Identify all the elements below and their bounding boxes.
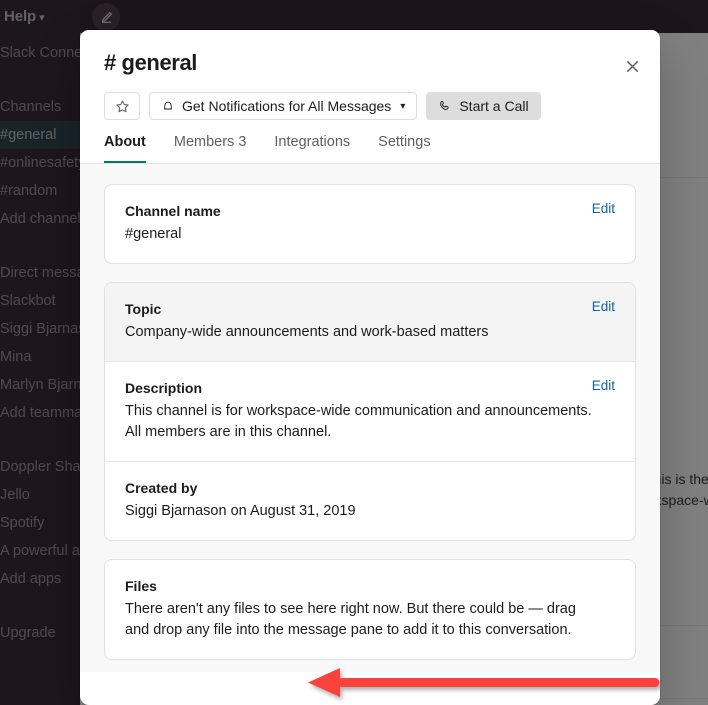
tab-label: Integrations xyxy=(274,134,351,150)
chevron-down-icon: ▾ xyxy=(400,100,406,112)
info-row-label: Channel name xyxy=(125,203,221,219)
tab-about[interactable]: About xyxy=(104,134,146,163)
info-row-value: Company-wide announcements and work-base… xyxy=(125,324,489,340)
phone-icon xyxy=(440,100,449,110)
info-row-value: Siggi Bjarnason on August 31, 2019 xyxy=(125,503,356,519)
star-button[interactable] xyxy=(104,92,140,120)
cards-container: Channel name #general Edit Topic Company-wid… xyxy=(104,184,636,660)
tab-label: About xyxy=(104,134,146,150)
info-row-value: #general xyxy=(125,226,182,242)
modal-action-row: Get Notifications for All Messages ▾ Sta… xyxy=(80,76,660,120)
page-title: # general xyxy=(104,50,198,75)
bell-icon xyxy=(164,101,172,110)
info-row-value: There aren't any files to see here right… xyxy=(125,601,576,638)
info-row-value: This channel is for workspace-wide commu… xyxy=(125,403,592,440)
info-row-description[interactable]: Description This channel is for workspace… xyxy=(105,361,635,461)
info-row-topic[interactable]: Topic Company-wide announcements and work… xyxy=(105,283,635,361)
info-row-files[interactable]: Files There aren't any files to see here … xyxy=(105,560,635,659)
channel-details-modal: # general Get Notifications for All Mess… xyxy=(80,30,660,705)
tab-count: 3 xyxy=(238,134,247,150)
info-row-created-by[interactable]: Created by Siggi Bjarnason on August 31, … xyxy=(105,461,635,540)
edit-link[interactable]: Edit xyxy=(592,299,615,314)
tab-label: Members xyxy=(173,134,235,150)
notifications-dropdown-label: Get Notifications for All Messages xyxy=(182,98,392,114)
info-card: Files There aren't any files to see here … xyxy=(104,559,636,660)
info-row-label: Files xyxy=(125,578,157,594)
start-call-button[interactable]: Start a Call xyxy=(426,92,541,120)
info-card: Topic Company-wide announcements and work… xyxy=(104,282,636,541)
notifications-dropdown[interactable]: Get Notifications for All Messages ▾ xyxy=(149,92,418,120)
app-root: This is the very beginning workspace-wid… xyxy=(0,0,708,705)
start-call-label: Start a Call xyxy=(459,98,529,114)
modal-tabs: About Members 3 Integrations Settings xyxy=(80,120,660,164)
modal-body: Channel name #general Edit Topic Company-wid… xyxy=(80,164,660,672)
tab-integrations[interactable]: Integrations xyxy=(274,134,350,163)
close-button[interactable] xyxy=(618,52,646,80)
info-row-label: Created by xyxy=(125,480,198,496)
star-icon xyxy=(115,99,129,112)
edit-link[interactable]: Edit xyxy=(592,201,615,216)
modal-overlay-sidebar xyxy=(0,0,80,705)
tab-label: Settings xyxy=(378,134,431,150)
tab-members[interactable]: Members 3 xyxy=(174,134,247,163)
info-card: Channel name #general Edit xyxy=(104,184,636,264)
modal-header: # general xyxy=(80,30,660,76)
info-row-label: Description xyxy=(125,380,203,396)
info-row-channel-name[interactable]: Channel name #general Edit xyxy=(105,185,635,263)
tab-settings[interactable]: Settings xyxy=(378,134,430,163)
edit-link[interactable]: Edit xyxy=(592,378,615,393)
close-icon xyxy=(626,60,638,72)
info-row-label: Topic xyxy=(125,301,162,317)
